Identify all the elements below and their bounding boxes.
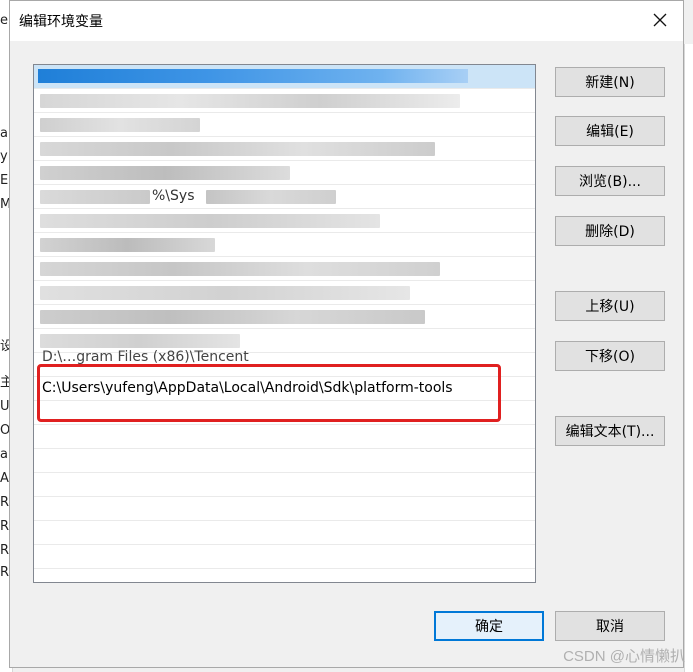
- move-down-button[interactable]: 下移(O): [555, 341, 665, 371]
- list-item-empty[interactable]: [34, 449, 535, 473]
- list-item-empty[interactable]: [34, 497, 535, 521]
- bg-fragment: a: [0, 126, 8, 141]
- bg-fragment: R: [0, 543, 10, 558]
- delete-button[interactable]: 删除(D): [555, 216, 665, 246]
- blurred-entry: [40, 142, 435, 156]
- blurred-entry: [40, 94, 460, 108]
- list-item[interactable]: [34, 209, 535, 233]
- list-item[interactable]: [34, 89, 535, 113]
- blurred-entry: [40, 334, 240, 348]
- blurred-entry: [40, 286, 410, 300]
- bg-fragment: E: [0, 173, 9, 188]
- bg-fragment: y: [0, 149, 8, 164]
- bg-fragment: R: [0, 495, 10, 510]
- edit-env-var-dialog: 编辑环境变量 %\Sys D:\…gram Files (x86)\Tencen…: [9, 0, 684, 668]
- list-item-empty[interactable]: [34, 545, 535, 569]
- list-item[interactable]: [34, 137, 535, 161]
- list-item[interactable]: [34, 257, 535, 281]
- blurred-entry: [40, 118, 200, 132]
- blurred-entry: [40, 214, 380, 228]
- close-icon: [653, 13, 667, 27]
- browse-button[interactable]: 浏览(B)...: [555, 166, 665, 196]
- blurred-entry: [40, 238, 215, 252]
- list-item[interactable]: [34, 305, 535, 329]
- edit-text-button[interactable]: 编辑文本(T)...: [555, 416, 665, 446]
- blurred-entry: [38, 69, 468, 83]
- list-item-selected[interactable]: [34, 65, 535, 89]
- bg-fragment: R: [0, 565, 10, 580]
- new-button[interactable]: 新建(N): [555, 67, 665, 97]
- entry-text: D:\…gram Files (x86)\Tencent: [42, 349, 249, 365]
- list-item[interactable]: %\Sys: [34, 185, 535, 209]
- edit-button[interactable]: 编辑(E): [555, 116, 665, 146]
- move-up-button[interactable]: 上移(U): [555, 291, 665, 321]
- list-item[interactable]: [34, 233, 535, 257]
- bg-fragment: A: [0, 471, 9, 486]
- cancel-button[interactable]: 取消: [555, 611, 665, 641]
- close-button[interactable]: [637, 1, 683, 39]
- watermark: CSDN @心情懒扒: [563, 648, 685, 665]
- path-entry-list[interactable]: %\Sys D:\…gram Files (x86)\Tencent C:\Us…: [33, 64, 536, 583]
- blurred-entry: [206, 190, 336, 204]
- ok-button[interactable]: 确定: [434, 611, 544, 641]
- blurred-entry: [40, 310, 425, 324]
- highlight-annotation: [37, 364, 501, 422]
- background-window-edge-right: [684, 44, 693, 672]
- entry-partial-text: %\Sys: [152, 188, 195, 204]
- list-item-empty[interactable]: [34, 473, 535, 497]
- list-item-empty[interactable]: [34, 425, 535, 449]
- bg-fragment: R: [0, 519, 10, 534]
- dialog-title: 编辑环境变量: [19, 14, 103, 30]
- blurred-entry: [40, 190, 150, 204]
- list-item[interactable]: [34, 281, 535, 305]
- title-bar: 编辑环境变量: [10, 1, 683, 41]
- bg-fragment: a: [0, 447, 8, 462]
- list-item[interactable]: [34, 161, 535, 185]
- blurred-entry: [40, 262, 440, 276]
- list-item-empty[interactable]: [34, 521, 535, 545]
- list-item[interactable]: [34, 113, 535, 137]
- blurred-entry: [40, 166, 290, 180]
